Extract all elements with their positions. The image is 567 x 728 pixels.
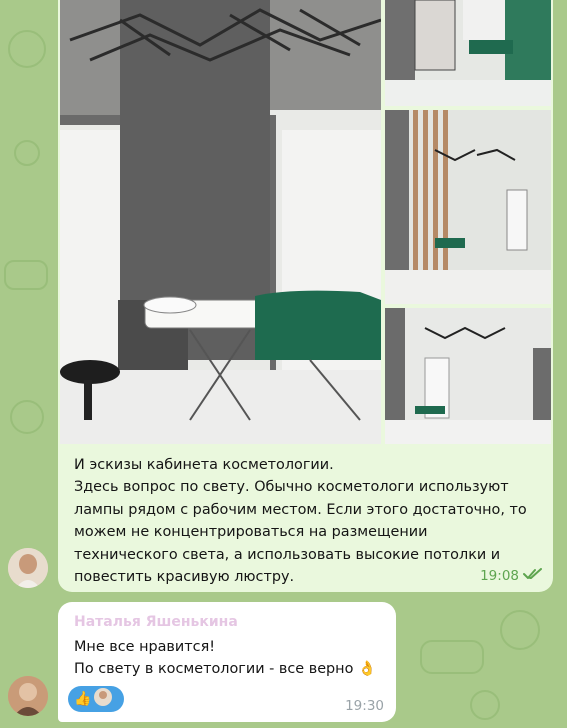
reaction-badge[interactable]: 👍: [68, 686, 124, 712]
message-line: лампы рядом с рабочим местом. Если этого…: [74, 501, 527, 518]
interior-render-3: [385, 308, 551, 444]
avatar: [93, 687, 113, 711]
message-line: По свету в косметологии - все верно 👌: [74, 661, 376, 678]
message-line: Мне все нравится!: [74, 639, 215, 655]
album-photo-3[interactable]: [385, 308, 551, 444]
reaction-emoji: 👍: [74, 691, 92, 707]
message-time: 19:08: [480, 568, 519, 584]
message-line: можем не концентрироваться на размещении: [74, 524, 428, 541]
doodle-shape: [420, 640, 484, 674]
message-time: 19:30: [345, 698, 384, 714]
interior-render-main: [60, 0, 381, 444]
message-line: Здесь вопрос по свету. Обычно косметолог…: [74, 479, 509, 496]
album-photo-1[interactable]: [385, 0, 551, 106]
sender-name[interactable]: Наталья Яшенькина: [74, 614, 238, 630]
album-photo-main[interactable]: [60, 0, 381, 444]
avatar[interactable]: [8, 676, 48, 716]
doodle-shape: [4, 260, 48, 290]
doodle-circle: [10, 400, 44, 434]
doodle-circle: [500, 610, 540, 650]
message-line: технического света, а использовать высок…: [74, 546, 501, 563]
photo-album[interactable]: [60, 0, 551, 444]
doodle-circle: [470, 690, 500, 720]
incoming-message-text: Мне все нравится! По свету в косметологи…: [74, 636, 376, 681]
message-line: И эскизы кабинета косметологии.: [74, 457, 334, 473]
avatar[interactable]: [8, 548, 48, 588]
outgoing-message-text: И эскизы кабинета косметологии. Здесь во…: [74, 454, 544, 588]
outgoing-message-meta: 19:08: [480, 568, 543, 584]
interior-render-2: [385, 110, 551, 304]
doodle-circle: [8, 30, 46, 68]
double-check-icon: [523, 568, 543, 584]
message-line: повестить красивую люстру.: [74, 569, 295, 586]
outgoing-message-bubble[interactable]: И эскизы кабинета косметологии. Здесь во…: [58, 0, 553, 592]
interior-render-1: [385, 0, 551, 106]
incoming-message-bubble[interactable]: Наталья Яшенькина Мне все нравится! По с…: [58, 602, 396, 722]
album-photo-2[interactable]: [385, 110, 551, 304]
doodle-circle: [14, 140, 40, 166]
